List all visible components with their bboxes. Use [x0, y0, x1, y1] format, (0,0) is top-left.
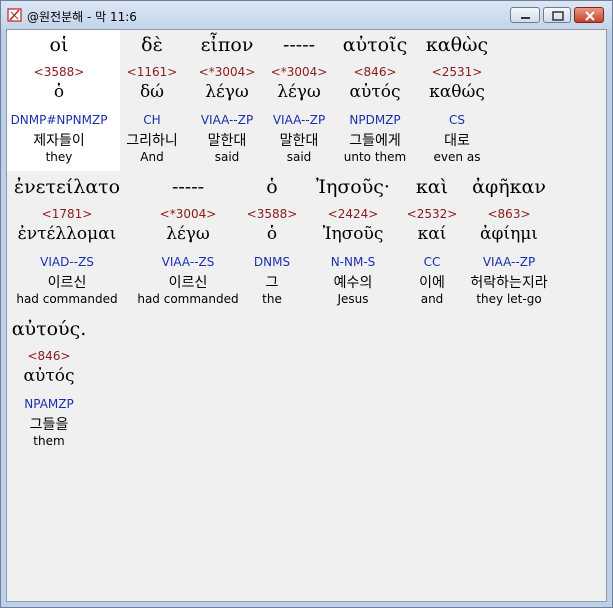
maximize-icon: [552, 11, 564, 21]
lemma: ὁ: [266, 224, 278, 244]
greek-word: ἀφῆκαν: [472, 176, 546, 198]
morphology: CS: [449, 113, 465, 127]
strong-number: <3588>: [33, 65, 85, 79]
lemma: λέγω: [205, 82, 249, 102]
korean-gloss: 허락하는지라: [470, 275, 548, 291]
morphology: VIAA--ZP: [482, 255, 536, 269]
english-gloss: said: [286, 150, 312, 164]
lemma: καθώς: [429, 82, 485, 102]
strong-number: <846>: [353, 65, 397, 79]
greek-word: Ἰησοῦς·: [316, 176, 390, 198]
window-title: @원전분해 - 막 11:6: [27, 10, 137, 24]
english-gloss: even as: [433, 150, 481, 164]
english-gloss: Jesus: [337, 292, 369, 306]
greek-word: -----: [282, 34, 316, 56]
greek-word: ἐνετείλατο: [13, 176, 121, 198]
lemma: καί: [417, 224, 447, 244]
strong-number: <2531>: [431, 65, 483, 79]
greek-word: -----: [171, 176, 205, 198]
lemma: ἐντέλλομαι: [17, 224, 117, 244]
strong-number: <1781>: [41, 207, 93, 221]
english-gloss: them: [33, 434, 65, 448]
lemma: λέγω: [277, 82, 321, 102]
strong-number: <863>: [487, 207, 531, 221]
korean-gloss: 그리하니: [126, 133, 178, 149]
strong-number: <2532>: [406, 207, 458, 221]
korean-gloss: 말한대: [279, 133, 319, 149]
greek-word: ὁ: [266, 176, 278, 198]
lemma: αὐτός: [23, 366, 75, 386]
strong-number: <*3004>: [198, 65, 256, 79]
korean-gloss: 제자들이: [33, 133, 85, 149]
minimize-icon: [521, 17, 530, 19]
korean-gloss: 그: [265, 275, 279, 291]
maximize-button[interactable]: [543, 7, 571, 23]
korean-gloss: 이르신: [168, 275, 208, 291]
korean-gloss: 대로: [444, 133, 470, 149]
english-gloss: unto them: [343, 150, 407, 164]
greek-word: αὐτούς.: [11, 318, 87, 340]
korean-gloss: 이에: [419, 275, 445, 291]
english-gloss: the: [262, 292, 282, 306]
korean-gloss: 그들을: [29, 417, 69, 433]
english-gloss: they: [45, 150, 73, 164]
greek-word: αὐτοῖς: [342, 34, 408, 56]
minimize-button[interactable]: [510, 7, 540, 23]
close-button[interactable]: [574, 7, 604, 23]
app-icon: [7, 7, 23, 23]
morphology: N-NM-S: [330, 255, 376, 269]
morphology: VIAA--ZS: [161, 255, 215, 269]
morphology: DNMP#NPNMZP: [10, 113, 108, 127]
morphology: CC: [423, 255, 441, 269]
lemma: δώ: [139, 82, 165, 102]
strong-number: <846>: [27, 349, 71, 363]
lemma: Ἰησοῦς: [322, 224, 384, 244]
korean-gloss: 그들에게: [349, 133, 401, 149]
greek-word: καθὼς: [425, 34, 489, 56]
app-window: @원전분해 - 막 11:6 οἱ <3588> ὁ DNMP#NPNMZP 제…: [0, 0, 613, 608]
morphology: CH: [143, 113, 161, 127]
english-gloss: they let-go: [476, 292, 542, 306]
english-gloss: had commanded: [16, 292, 118, 306]
english-gloss: And: [140, 150, 164, 164]
strong-number: <1161>: [126, 65, 178, 79]
strong-number: <*3004>: [159, 207, 217, 221]
analysis-pane: οἱ <3588> ὁ DNMP#NPNMZP 제자들이 they δὲ <11…: [6, 29, 607, 602]
greek-word: καὶ: [415, 176, 449, 198]
title-bar[interactable]: @원전분해 - 막 11:6: [1, 1, 612, 29]
morphology: VIAA--ZP: [200, 113, 254, 127]
lemma: λέγω: [166, 224, 210, 244]
english-gloss: said: [214, 150, 240, 164]
close-icon: [585, 11, 595, 21]
morphology: VIAA--ZP: [272, 113, 326, 127]
english-gloss: had commanded: [137, 292, 239, 306]
strong-number: <3588>: [246, 207, 298, 221]
morphology: NPDMZP: [349, 113, 401, 127]
lemma: ἀφίημι: [480, 224, 538, 244]
morphology: DNMS: [253, 255, 291, 269]
strong-number: <*3004>: [270, 65, 328, 79]
morphology: VIAD--ZS: [40, 255, 94, 269]
greek-word: οἱ: [49, 34, 69, 56]
korean-gloss: 예수의: [333, 275, 373, 291]
morphology: NPAMZP: [24, 397, 74, 411]
strong-number: <2424>: [327, 207, 379, 221]
korean-gloss: 이르신: [47, 275, 87, 291]
greek-word: δὲ: [141, 34, 163, 56]
korean-gloss: 말한대: [207, 133, 247, 149]
lemma: ὁ: [53, 82, 65, 102]
english-gloss: and: [420, 292, 444, 306]
greek-word: εἶπον: [200, 34, 254, 56]
lemma: αὐτός: [349, 82, 401, 102]
